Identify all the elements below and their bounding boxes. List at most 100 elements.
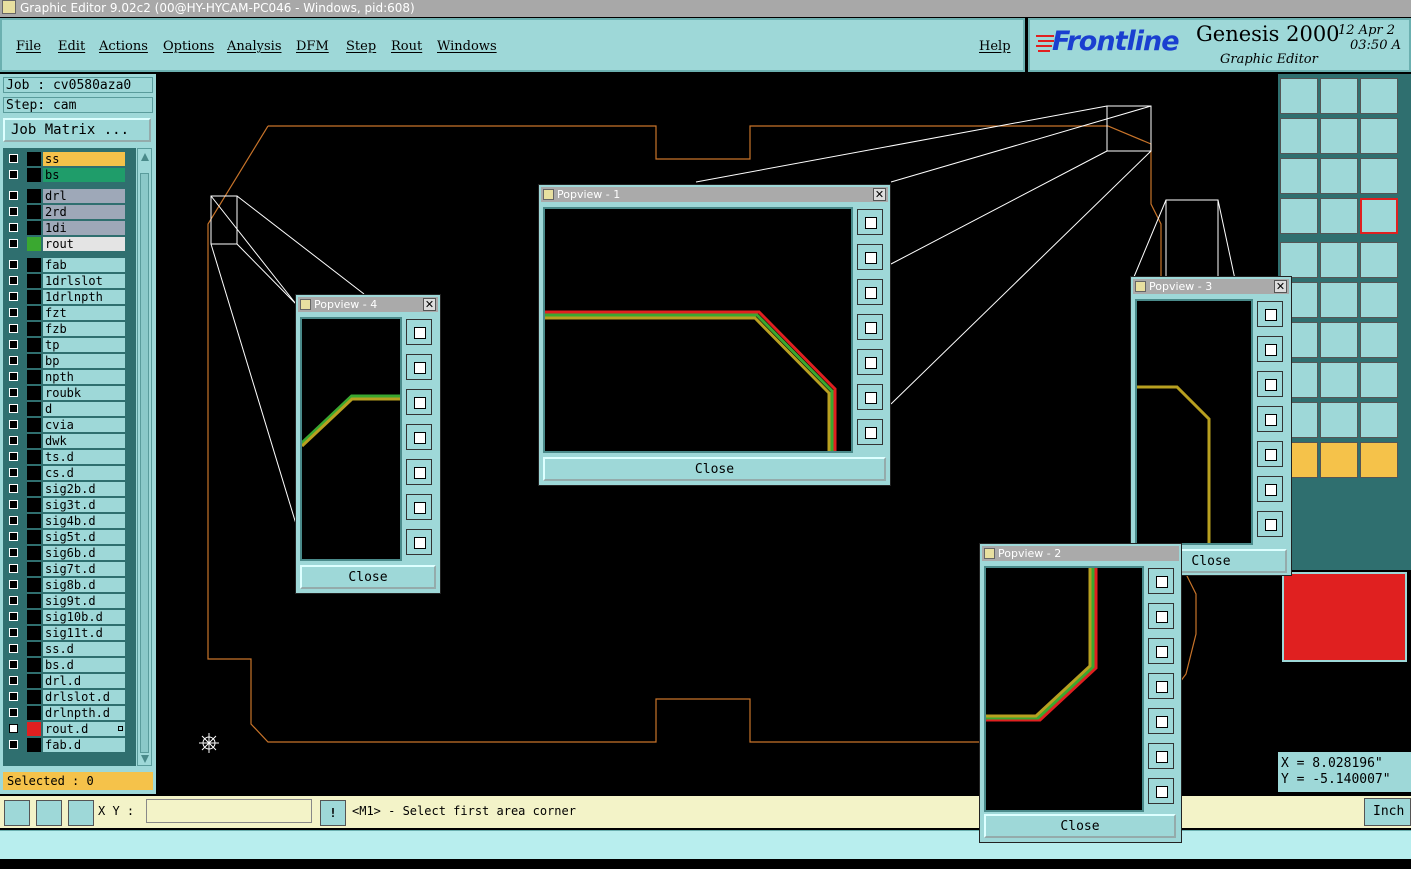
layer-checkbox[interactable]: [9, 191, 18, 200]
layer-checkbox[interactable]: [9, 612, 18, 621]
layer-name[interactable]: 2rd: [43, 205, 125, 219]
tool-pan-down-icon[interactable]: [1320, 78, 1358, 114]
close-icon[interactable]: ✕: [873, 188, 886, 201]
layer-swatch[interactable]: [27, 450, 41, 464]
layer-row-npth[interactable]: npth: [5, 370, 125, 384]
layer-row-2rd[interactable]: 2rd: [5, 205, 125, 219]
popview-left-icon[interactable]: [1148, 673, 1174, 699]
layer-swatch[interactable]: [27, 658, 41, 672]
tool-home-icon[interactable]: [1360, 78, 1398, 114]
layer-row-dwk[interactable]: dwk: [5, 434, 125, 448]
layer-row-sig5t-d[interactable]: sig5t.d: [5, 530, 125, 544]
layer-name[interactable]: fzb: [43, 322, 125, 336]
layer-row-1drlnpth[interactable]: 1drlnpth: [5, 290, 125, 304]
layer-checkbox[interactable]: [9, 372, 18, 381]
alert-icon[interactable]: !: [320, 800, 346, 826]
layer-swatch[interactable]: [27, 221, 41, 235]
layer-row-sig6b-d[interactable]: sig6b.d: [5, 546, 125, 560]
popview-zoom-out-icon[interactable]: [406, 529, 432, 555]
layer-checkbox[interactable]: [9, 308, 18, 317]
menu-help[interactable]: Help: [979, 39, 1011, 54]
layer-swatch[interactable]: [27, 258, 41, 272]
layer-swatch[interactable]: [27, 434, 41, 448]
layer-row-sig7t-d[interactable]: sig7t.d: [5, 562, 125, 576]
popview-right-icon[interactable]: [857, 349, 883, 375]
layer-row-tp[interactable]: tp: [5, 338, 125, 352]
tool-grid-icon[interactable]: [1320, 198, 1358, 234]
layer-row-bs[interactable]: bs: [5, 168, 125, 182]
layer-swatch[interactable]: [27, 290, 41, 304]
layer-name[interactable]: bp: [43, 354, 125, 368]
layer-checkbox[interactable]: [9, 564, 18, 573]
layer-row-ts-d[interactable]: ts.d: [5, 450, 125, 464]
layer-name[interactable]: dwk: [43, 434, 125, 448]
layer-swatch[interactable]: [27, 578, 41, 592]
layer-name[interactable]: rout: [43, 237, 125, 251]
layer-row-drlslot-d[interactable]: drlslot.d: [5, 690, 125, 704]
layer-name[interactable]: sig11t.d: [43, 626, 125, 640]
layer-swatch[interactable]: [27, 386, 41, 400]
layer-name[interactable]: tp: [43, 338, 125, 352]
tool-pointer-arrow-icon[interactable]: [1360, 442, 1398, 478]
popview-down-icon[interactable]: [1148, 638, 1174, 664]
scroll-thumb[interactable]: [140, 173, 149, 753]
popview-right-icon[interactable]: [1148, 708, 1174, 734]
layer-name[interactable]: sig4b.d: [43, 514, 125, 528]
layer-row-1drlslot[interactable]: 1drlslot: [5, 274, 125, 288]
menu-dfm[interactable]: DFM: [296, 39, 329, 54]
popview-zoom-icon[interactable]: [1257, 301, 1283, 327]
layer-swatch[interactable]: [27, 354, 41, 368]
tool-measure-icon[interactable]: [1360, 242, 1398, 278]
layer-swatch[interactable]: [27, 642, 41, 656]
layer-row-drl-d[interactable]: drl.d: [5, 674, 125, 688]
popview-zoom-in-icon[interactable]: [406, 494, 432, 520]
popview-up-icon[interactable]: [1257, 336, 1283, 362]
layer-name[interactable]: drl.d: [43, 674, 125, 688]
layer-swatch[interactable]: [27, 418, 41, 432]
popview-zoom-out-icon[interactable]: [1257, 511, 1283, 537]
layer-row-1di[interactable]: 1di: [5, 221, 125, 235]
layer-swatch[interactable]: [27, 722, 41, 736]
layer-checkbox[interactable]: [9, 239, 18, 248]
layer-row-fab-d[interactable]: fab.d: [5, 738, 125, 752]
tool-arc-icon[interactable]: [1360, 322, 1398, 358]
layer-name[interactable]: 1drlnpth: [43, 290, 125, 304]
layer-row-fab[interactable]: fab: [5, 258, 125, 272]
layer-swatch[interactable]: [27, 530, 41, 544]
tool-connect-icon[interactable]: [1360, 282, 1398, 318]
layer-swatch[interactable]: [27, 237, 41, 251]
popview-2-titlebar[interactable]: Popview - 2: [982, 546, 1179, 561]
layer-swatch[interactable]: [27, 498, 41, 512]
layer-swatch[interactable]: [27, 370, 41, 384]
popview-1-close-button[interactable]: Close: [543, 457, 886, 481]
popview-4-canvas[interactable]: [300, 317, 402, 561]
layer-name[interactable]: bs.d: [43, 658, 125, 672]
layer-checkbox[interactable]: [9, 223, 18, 232]
popview-zoom-in-icon[interactable]: [857, 384, 883, 410]
layer-swatch[interactable]: [27, 738, 41, 752]
popview-4-titlebar[interactable]: Popview - 4 ✕: [298, 297, 438, 312]
popview-down-icon[interactable]: [1257, 371, 1283, 397]
tool-pan-left-icon[interactable]: [1280, 118, 1318, 154]
layer-row-sig9t-d[interactable]: sig9t.d: [5, 594, 125, 608]
layer-row-sig10b-d[interactable]: sig10b.d: [5, 610, 125, 624]
popview-2-close-button[interactable]: Close: [984, 814, 1176, 838]
layer-checkbox[interactable]: [9, 468, 18, 477]
overview-panel[interactable]: [1278, 570, 1411, 750]
layer-row-fzt[interactable]: fzt: [5, 306, 125, 320]
layer-checkbox[interactable]: [9, 660, 18, 669]
zoom-area-icon[interactable]: [4, 800, 30, 826]
layer-checkbox[interactable]: [9, 340, 18, 349]
layer-checkbox[interactable]: [9, 532, 18, 541]
measure-icon[interactable]: [36, 800, 62, 826]
layer-row-bs-d[interactable]: bs.d: [5, 658, 125, 672]
popview-down-icon[interactable]: [857, 279, 883, 305]
layer-row-drl[interactable]: drl: [5, 189, 125, 203]
menu-edit[interactable]: Edit: [58, 39, 85, 54]
layer-name[interactable]: fab.d: [43, 738, 125, 752]
layer-row-bp[interactable]: bp: [5, 354, 125, 368]
layer-name[interactable]: ss: [43, 152, 125, 166]
popview-zoom-in-icon[interactable]: [1257, 476, 1283, 502]
layer-name[interactable]: fzt: [43, 306, 125, 320]
layer-checkbox[interactable]: [9, 692, 18, 701]
